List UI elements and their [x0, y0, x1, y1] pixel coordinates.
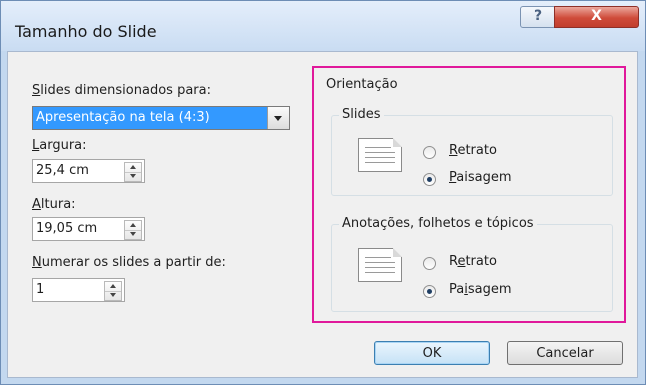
- close-icon: X: [591, 8, 602, 24]
- slides-sized-for-dropdown[interactable]: Apresentação na tela (4:3): [32, 106, 290, 130]
- height-spin-buttons[interactable]: [124, 220, 142, 240]
- width-value: 25,4 cm: [36, 163, 89, 178]
- height-stepper[interactable]: 19,05 cm: [32, 217, 145, 241]
- spin-down-icon[interactable]: [105, 291, 121, 300]
- notes-group-title: Anotações, folhetos e tópicos: [339, 216, 537, 231]
- width-label: Largura:: [32, 138, 87, 153]
- start-number-stepper[interactable]: 1: [32, 278, 125, 302]
- width-stepper[interactable]: 25,4 cm: [32, 159, 145, 183]
- slides-sized-for-label: Slides dimensionados para:: [32, 83, 211, 98]
- number-slides-from-label: Numerar os slides a partir de:: [32, 255, 226, 270]
- ok-button[interactable]: OK: [374, 341, 490, 365]
- spin-down-icon[interactable]: [125, 172, 141, 181]
- orientation-title: Orientação: [326, 77, 398, 92]
- notes-landscape-radio[interactable]: [423, 285, 436, 298]
- slides-portrait-label[interactable]: Retrato: [449, 143, 497, 158]
- spin-down-icon[interactable]: [125, 230, 141, 239]
- slides-sized-for-value: Apresentação na tela (4:3): [33, 107, 267, 129]
- slides-landscape-label[interactable]: Paisagem: [449, 170, 512, 185]
- slides-group-title: Slides: [339, 107, 384, 122]
- chevron-down-icon[interactable]: [267, 107, 289, 129]
- height-label: Altura:: [32, 197, 76, 212]
- dialog-title: Tamanho do Slide: [15, 22, 157, 41]
- slides-landscape-radio[interactable]: [423, 173, 436, 186]
- start-number-value: 1: [36, 282, 45, 297]
- start-number-spin-buttons[interactable]: [104, 281, 122, 301]
- page-landscape-icon: [358, 138, 402, 172]
- slide-size-dialog: Tamanho do Slide ? X Slides dimensionado…: [0, 0, 646, 385]
- notes-portrait-label[interactable]: Retrato: [449, 254, 497, 269]
- cancel-button[interactable]: Cancelar: [507, 341, 623, 365]
- help-button[interactable]: ?: [520, 6, 556, 28]
- height-value: 19,05 cm: [36, 221, 98, 236]
- slides-portrait-radio[interactable]: [423, 146, 436, 159]
- width-spin-buttons[interactable]: [124, 162, 142, 182]
- notes-portrait-radio[interactable]: [423, 257, 436, 270]
- dialog-body: Slides dimensionados para: Apresentação …: [7, 51, 638, 378]
- close-button[interactable]: X: [554, 6, 639, 28]
- help-icon: ?: [533, 8, 543, 24]
- title-bar[interactable]: Tamanho do Slide ? X: [1, 1, 645, 51]
- notes-landscape-label[interactable]: Paisagem: [449, 282, 512, 297]
- page-landscape-icon: [358, 248, 402, 282]
